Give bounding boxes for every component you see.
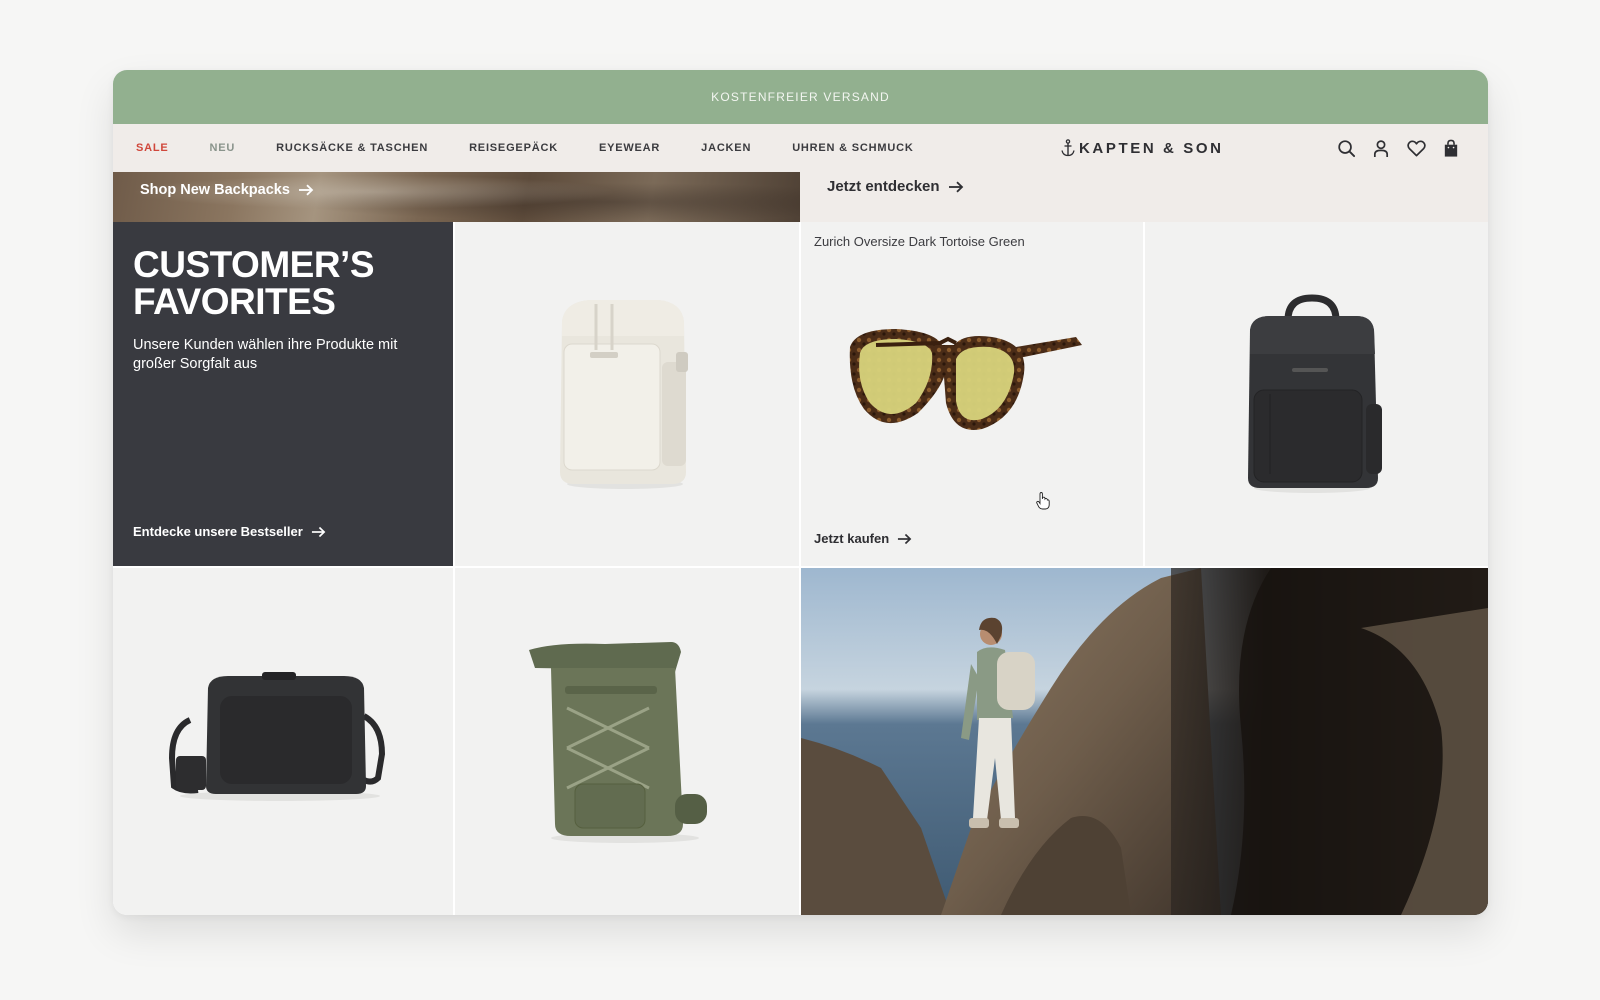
arrow-right-icon bbox=[948, 181, 963, 192]
jetzt-kaufen-label: Jetzt kaufen bbox=[814, 531, 890, 546]
nav-link-jackets[interactable]: JACKEN bbox=[701, 142, 751, 154]
product-card-messenger-bag[interactable] bbox=[113, 568, 453, 915]
nav-link-backpacks-bags[interactable]: RUCKSÄCKE & TASCHEN bbox=[276, 142, 428, 154]
black-backpack-image bbox=[1248, 294, 1382, 493]
sunglasses-image bbox=[849, 329, 1082, 430]
cart-icon[interactable] bbox=[1440, 137, 1462, 159]
hand-cursor-icon bbox=[1036, 492, 1050, 510]
customers-favorites-panel: CUSTOMER’S FAVORITES Unsere Kunden wähle… bbox=[113, 222, 453, 566]
hero-right-label: Jetzt entdecken bbox=[827, 178, 940, 195]
jetzt-entdecken-link[interactable]: Jetzt entdecken bbox=[827, 178, 964, 195]
product-card-cream-backpack[interactable] bbox=[455, 222, 799, 566]
product-card-sunglasses[interactable]: Zurich Oversize Dark Tortoise Green Jetz… bbox=[801, 222, 1143, 566]
hero-banner-backpacks[interactable]: Shop New Backpacks bbox=[113, 172, 800, 222]
arrow-right-icon bbox=[898, 533, 912, 544]
promo-text: KOSTENFREIER VERSAND bbox=[711, 90, 890, 104]
shop-new-backpacks-link[interactable]: Shop New Backpacks bbox=[140, 182, 314, 198]
green-rolltop-backpack-image bbox=[529, 642, 707, 843]
nav-link-eyewear[interactable]: EYEWEAR bbox=[599, 142, 660, 154]
favorites-title-line2: FAVORITES bbox=[133, 281, 336, 322]
nav-links: SALE NEU RUCKSÄCKE & TASCHEN REISEGEPÄCK… bbox=[136, 124, 955, 172]
nav-link-luggage[interactable]: REISEGEPÄCK bbox=[469, 142, 558, 154]
account-icon[interactable] bbox=[1370, 137, 1392, 159]
cream-backpack-image bbox=[560, 300, 688, 489]
hero-banner-discover[interactable]: Jetzt entdecken bbox=[800, 172, 1488, 222]
product-name: Zurich Oversize Dark Tortoise Green bbox=[814, 234, 1025, 249]
nav-link-sale[interactable]: SALE bbox=[136, 142, 169, 154]
promo-bar: KOSTENFREIER VERSAND bbox=[113, 70, 1488, 124]
product-grid: CUSTOMER’S FAVORITES Unsere Kunden wähle… bbox=[113, 222, 1488, 915]
messenger-bag-image bbox=[168, 672, 386, 801]
search-icon[interactable] bbox=[1335, 137, 1357, 159]
bestseller-link[interactable]: Entdecke unsere Bestseller bbox=[133, 524, 326, 539]
hiker-on-cliff-image bbox=[801, 568, 1488, 915]
favorites-title-line1: CUSTOMER’S bbox=[133, 244, 375, 285]
brand-logo[interactable]: KAPTEN & SON bbox=[1061, 124, 1224, 172]
anchor-icon bbox=[1061, 139, 1075, 157]
jetzt-kaufen-link[interactable]: Jetzt kaufen bbox=[814, 531, 912, 546]
lifestyle-photo-hiker bbox=[801, 568, 1488, 915]
wishlist-icon[interactable] bbox=[1405, 137, 1427, 159]
favorites-title: CUSTOMER’S FAVORITES bbox=[133, 246, 433, 320]
arrow-right-icon bbox=[298, 184, 314, 196]
nav-link-neu[interactable]: NEU bbox=[210, 142, 236, 154]
brand-name: KAPTEN & SON bbox=[1079, 139, 1224, 157]
main-nav: SALE NEU RUCKSÄCKE & TASCHEN REISEGEPÄCK… bbox=[113, 124, 1488, 172]
hero-left-label: Shop New Backpacks bbox=[140, 182, 290, 198]
nav-link-watches-jewelry[interactable]: UHREN & SCHMUCK bbox=[792, 142, 913, 154]
favorites-subtitle: Unsere Kunden wählen ihre Produkte mit g… bbox=[133, 337, 398, 372]
arrow-right-icon bbox=[311, 526, 326, 537]
nav-icons bbox=[1322, 124, 1462, 172]
bestseller-label: Entdecke unsere Bestseller bbox=[133, 524, 303, 539]
product-card-green-rolltop-backpack[interactable] bbox=[455, 568, 799, 915]
product-card-black-backpack[interactable] bbox=[1145, 222, 1488, 566]
browser-window: KOSTENFREIER VERSAND SALE NEU RUCKSÄCKE … bbox=[113, 70, 1488, 915]
